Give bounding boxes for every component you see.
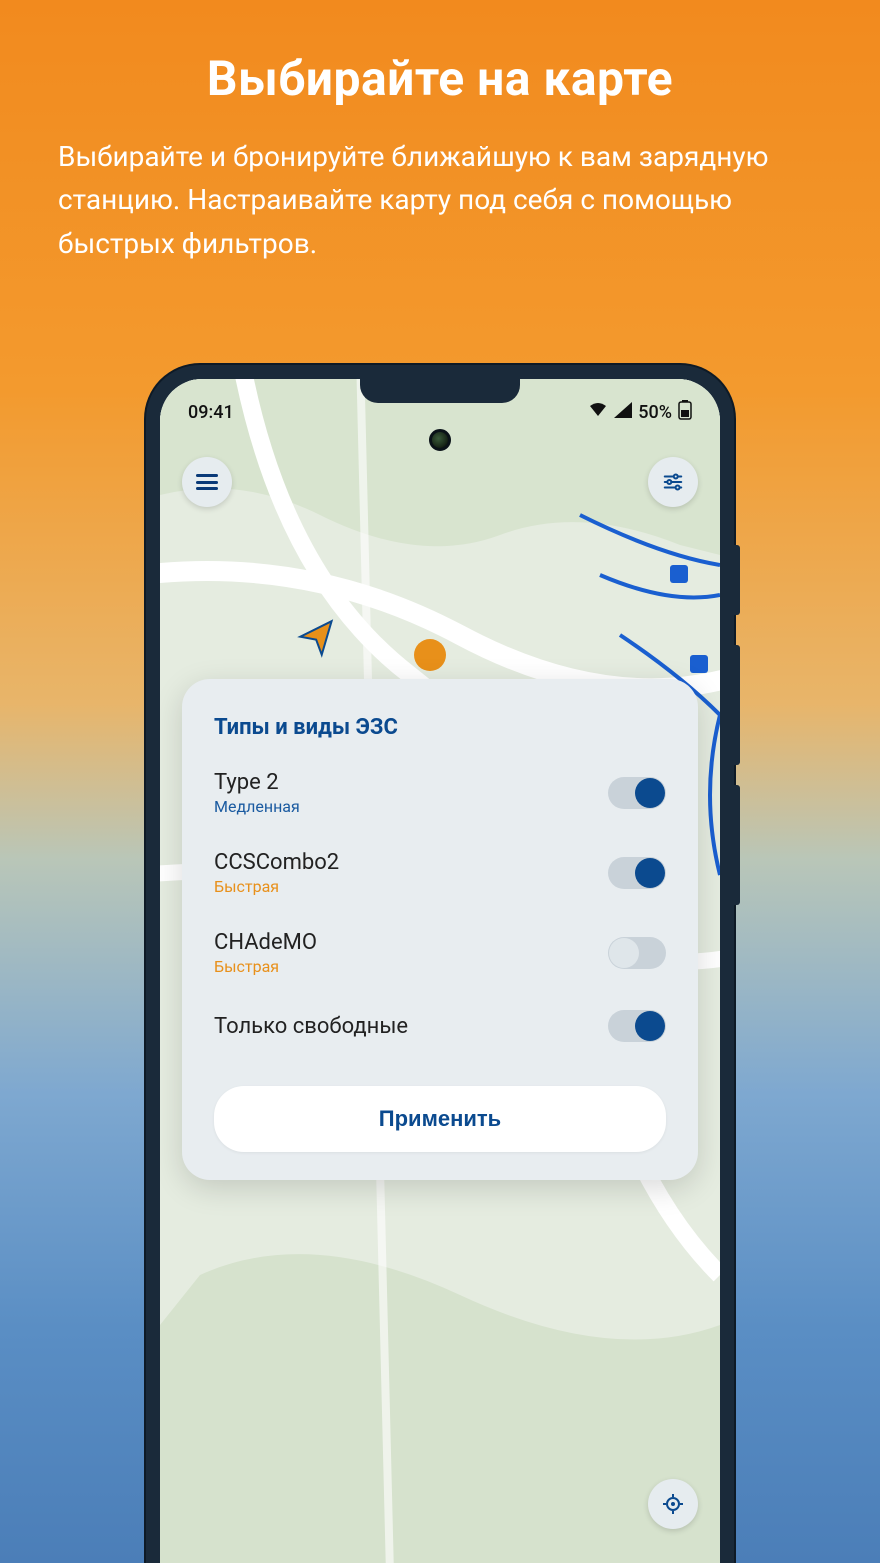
crosshair-icon (661, 1492, 685, 1516)
volume-down-button (734, 785, 740, 905)
cell-signal-icon (614, 402, 632, 423)
filter-button[interactable] (648, 457, 698, 507)
toggle-type2[interactable] (608, 777, 666, 809)
option-label: CHAdeMO (214, 930, 317, 955)
menu-button[interactable] (182, 457, 232, 507)
filter-sheet-title: Типы и виды ЭЗС (214, 715, 666, 740)
status-time: 09:41 (188, 402, 234, 423)
menu-icon (196, 474, 218, 490)
option-label: Только свободные (214, 1014, 408, 1039)
front-camera (429, 429, 451, 451)
power-button (734, 545, 740, 615)
filter-sheet: Типы и виды ЭЗС Type 2 Медленная CCSComb… (182, 679, 698, 1180)
filter-option-row: CCSCombo2 Быстрая (214, 850, 666, 896)
toggle-ccscombo2[interactable] (608, 857, 666, 889)
toggle-chademo[interactable] (608, 937, 666, 969)
toggle-only-free[interactable] (608, 1010, 666, 1042)
status-battery-text: 50% (638, 402, 672, 423)
filter-option-row: Только свободные (214, 1010, 666, 1042)
option-label: CCSCombo2 (214, 850, 339, 875)
option-sublabel: Быстрая (214, 877, 339, 896)
wifi-icon (588, 402, 608, 423)
option-sublabel: Быстрая (214, 957, 317, 976)
locate-me-button[interactable] (648, 1479, 698, 1529)
option-label: Type 2 (214, 770, 300, 795)
battery-icon (678, 400, 692, 425)
sliders-icon (662, 471, 684, 493)
filter-option-row: CHAdeMO Быстрая (214, 930, 666, 976)
apply-button[interactable]: Применить (214, 1086, 666, 1152)
phone-mockup: 09:41 50% (146, 365, 734, 1563)
hero-title: Выбирайте на карте (58, 50, 822, 107)
hero-description: Выбирайте и бронируйте ближайшую к вам з… (58, 135, 822, 265)
volume-up-button (734, 645, 740, 765)
option-sublabel: Медленная (214, 797, 300, 816)
phone-notch (360, 379, 520, 403)
filter-option-row: Type 2 Медленная (214, 770, 666, 816)
